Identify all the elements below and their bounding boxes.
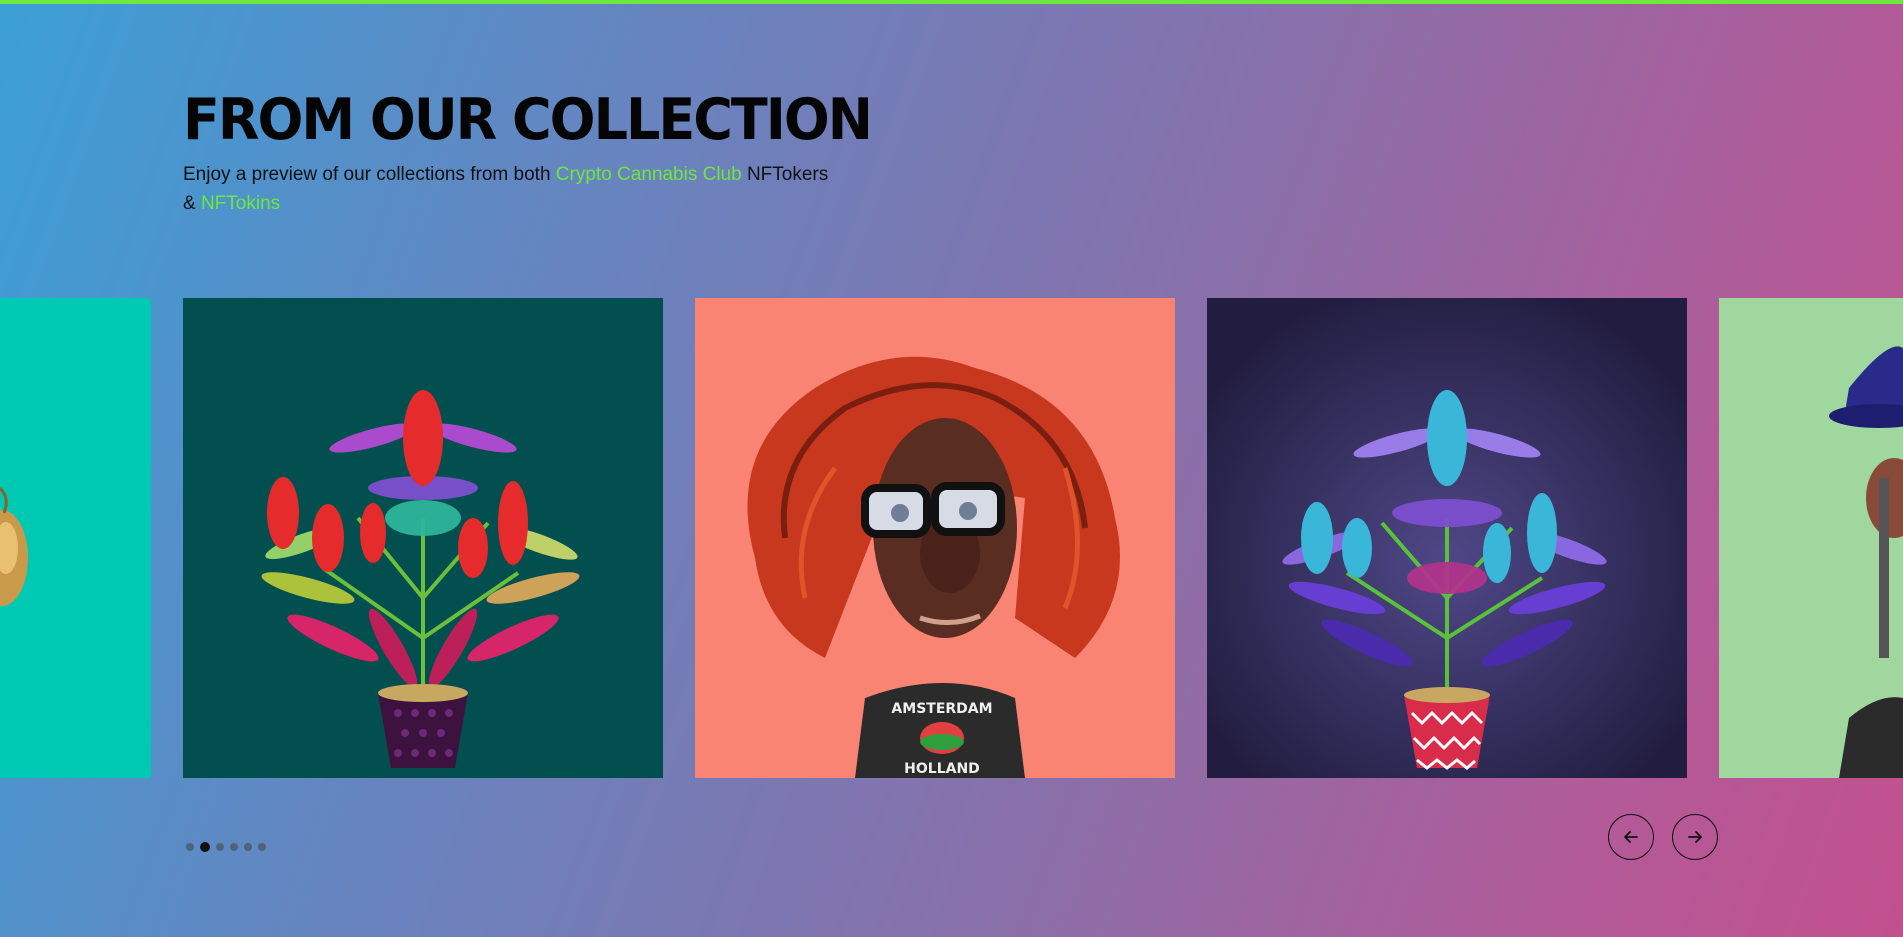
pagination-dot[interactable] bbox=[186, 843, 194, 851]
crypto-cannabis-club-link[interactable]: Crypto Cannabis Club bbox=[556, 164, 742, 185]
pagination-dot[interactable] bbox=[200, 842, 210, 852]
carousel-prev-button[interactable] bbox=[1608, 814, 1654, 860]
pagination-dot[interactable] bbox=[244, 843, 252, 851]
section-title: FROM OUR COLLECTION bbox=[183, 86, 873, 153]
carousel-card-partial-character[interactable] bbox=[0, 298, 151, 778]
intro-prefix: Enjoy a preview of our collections from … bbox=[183, 164, 556, 185]
pagination-dot[interactable] bbox=[230, 843, 238, 851]
carousel-card-blue-cannabis-plant[interactable] bbox=[1207, 298, 1687, 778]
carousel-card-red-cannabis-plant[interactable] bbox=[183, 298, 663, 778]
top-accent-bar bbox=[0, 0, 1903, 4]
intro-amp: & bbox=[183, 193, 201, 214]
pagination-dot[interactable] bbox=[216, 843, 224, 851]
carousel-next-button[interactable] bbox=[1672, 814, 1718, 860]
nftokins-link[interactable]: NFTokins bbox=[201, 193, 280, 214]
carousel-pagination bbox=[186, 842, 266, 852]
shirt-text-bottom: HOLLAND bbox=[904, 761, 980, 777]
carousel-card-curly-haired-character[interactable]: AMSTERDAM HOLLAND bbox=[695, 298, 1175, 778]
pagination-dot[interactable] bbox=[258, 843, 266, 851]
arrow-right-icon bbox=[1688, 831, 1702, 843]
intro-middle: NFTokers bbox=[741, 164, 829, 185]
section-intro: Enjoy a preview of our collections from … bbox=[183, 160, 903, 218]
carousel-card-hat-character[interactable] bbox=[1719, 298, 1903, 778]
shirt-text-top: AMSTERDAM bbox=[891, 701, 992, 717]
arrow-left-icon bbox=[1624, 831, 1638, 843]
